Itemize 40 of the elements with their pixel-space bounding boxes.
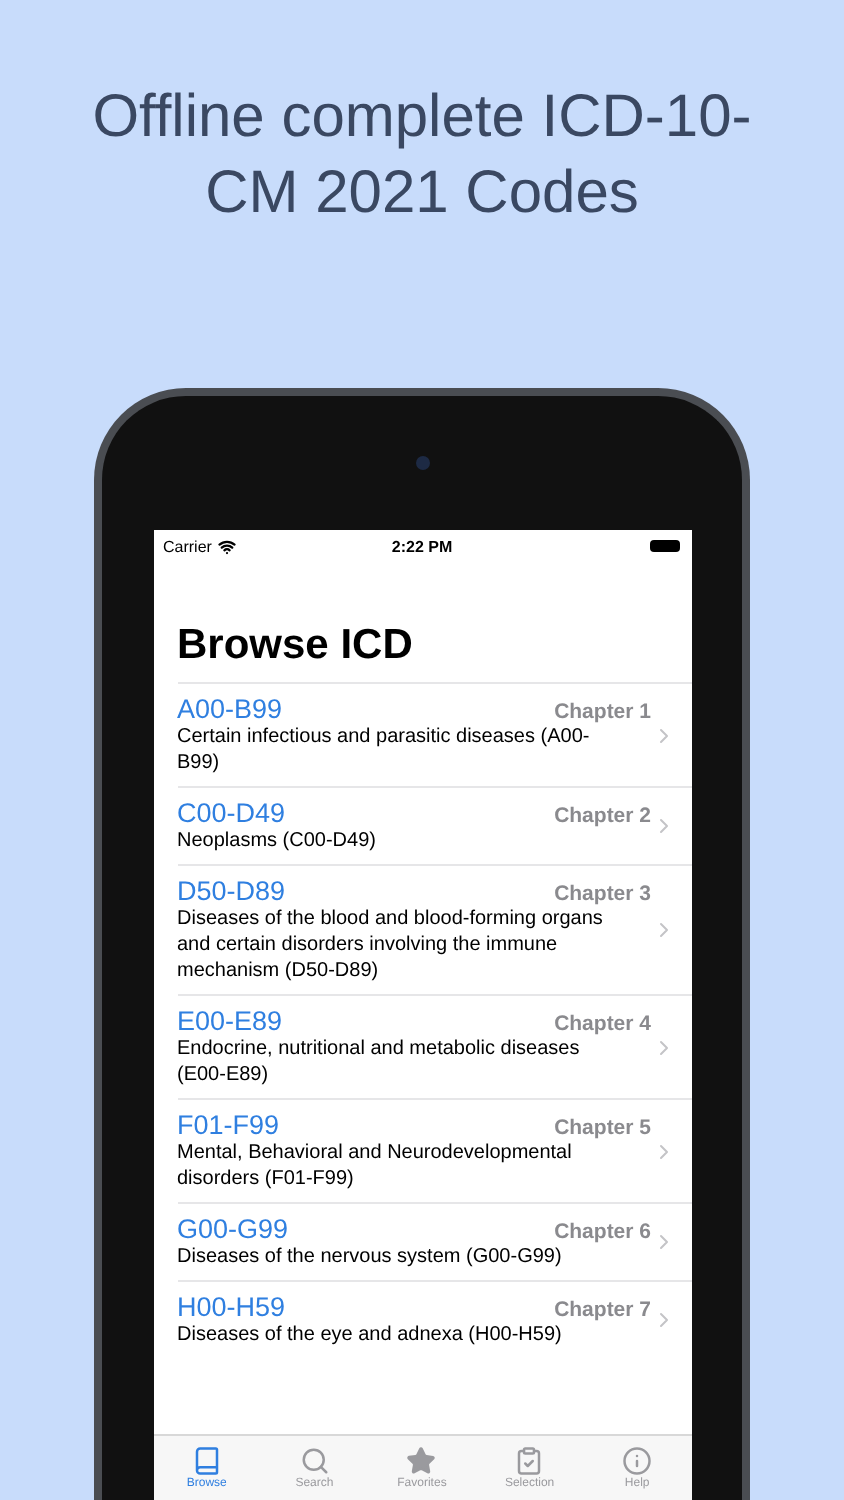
star-icon — [406, 1446, 437, 1476]
chapter-label: Chapter 3 — [554, 882, 651, 906]
chapter-description: Endocrine, nutritional and metabolic diseases (E00-E89) — [177, 1036, 582, 1088]
info-icon — [622, 1446, 653, 1476]
chapter-description: Diseases of the blood and blood-forming organs and certain disorders involving the immune mechanism (D50-D89) — [177, 906, 605, 984]
chapter-row[interactable]: G00-G99 Chapter 6 Diseases of the nervous system (G00-G99) — [177, 1202, 691, 1280]
code-range: C00-D49 — [177, 798, 286, 828]
clipboard-icon — [514, 1446, 545, 1476]
code-range: G00-G99 — [177, 1214, 289, 1244]
chapter-label: Chapter 5 — [554, 1116, 651, 1140]
status-time: 2:22 PM — [389, 537, 455, 555]
chapter-description: Mental, Behavioral and Neurodevelopmental disorders (F01-F99) — [177, 1140, 574, 1192]
carrier-label: Carrier — [163, 537, 212, 555]
chapter-row[interactable]: A00-B99 Chapter 1 Certain infectious and parasitic diseases (A00-B99) — [177, 682, 691, 786]
chapter-description: Diseases of the eye and adnexa (H00-H59) — [177, 1322, 564, 1348]
camera-icon — [415, 456, 429, 470]
code-range: H00-H59 — [177, 1292, 286, 1322]
chapter-label: Chapter 6 — [554, 1220, 651, 1244]
chapter-row[interactable]: F01-F99 Chapter 5 Mental, Behavioral and Neurodevelopmental disorders (F01-F99) — [177, 1098, 691, 1202]
chapter-row[interactable]: H00-H59 Chapter 7 Diseases of the eye and adnexa (H00-H59) — [177, 1280, 691, 1358]
screen-title: Browse ICD — [175, 620, 415, 672]
code-range: F01-F99 — [177, 1110, 280, 1140]
code-range: D50-D89 — [177, 876, 286, 906]
wifi-icon — [217, 537, 236, 555]
code-range: E00-E89 — [177, 1006, 283, 1036]
headline: Offline complete ICD-10-CM 2021 Codes — [90, 82, 754, 230]
chapter-description: Neoplasms (C00-D49) — [177, 828, 378, 854]
chapter-label: Chapter 1 — [554, 700, 651, 724]
code-range: A00-B99 — [177, 694, 283, 724]
chapter-row[interactable]: D50-D89 Chapter 3 Diseases of the blood and blood-forming organs and certain disorders involving the immune mechanism (D50-D89) — [177, 864, 691, 994]
chapter-description: Diseases of the nervous system (G00-G99) — [177, 1244, 564, 1270]
chapter-label: Chapter 7 — [554, 1298, 651, 1322]
battery-icon — [650, 540, 681, 552]
chapter-row[interactable]: C00-D49 Chapter 2 Neoplasms (C00-D49) — [177, 786, 691, 864]
chapter-row[interactable]: E00-E89 Chapter 4 Endocrine, nutritional and metabolic diseases (E00-E89) — [177, 994, 691, 1098]
search-icon — [299, 1446, 330, 1476]
chapter-description: Certain infectious and parasitic diseases (A00-B99) — [177, 724, 592, 776]
chapter-label: Chapter 4 — [554, 1012, 651, 1036]
chapter-label: Chapter 2 — [554, 804, 651, 828]
book-icon — [191, 1446, 222, 1476]
